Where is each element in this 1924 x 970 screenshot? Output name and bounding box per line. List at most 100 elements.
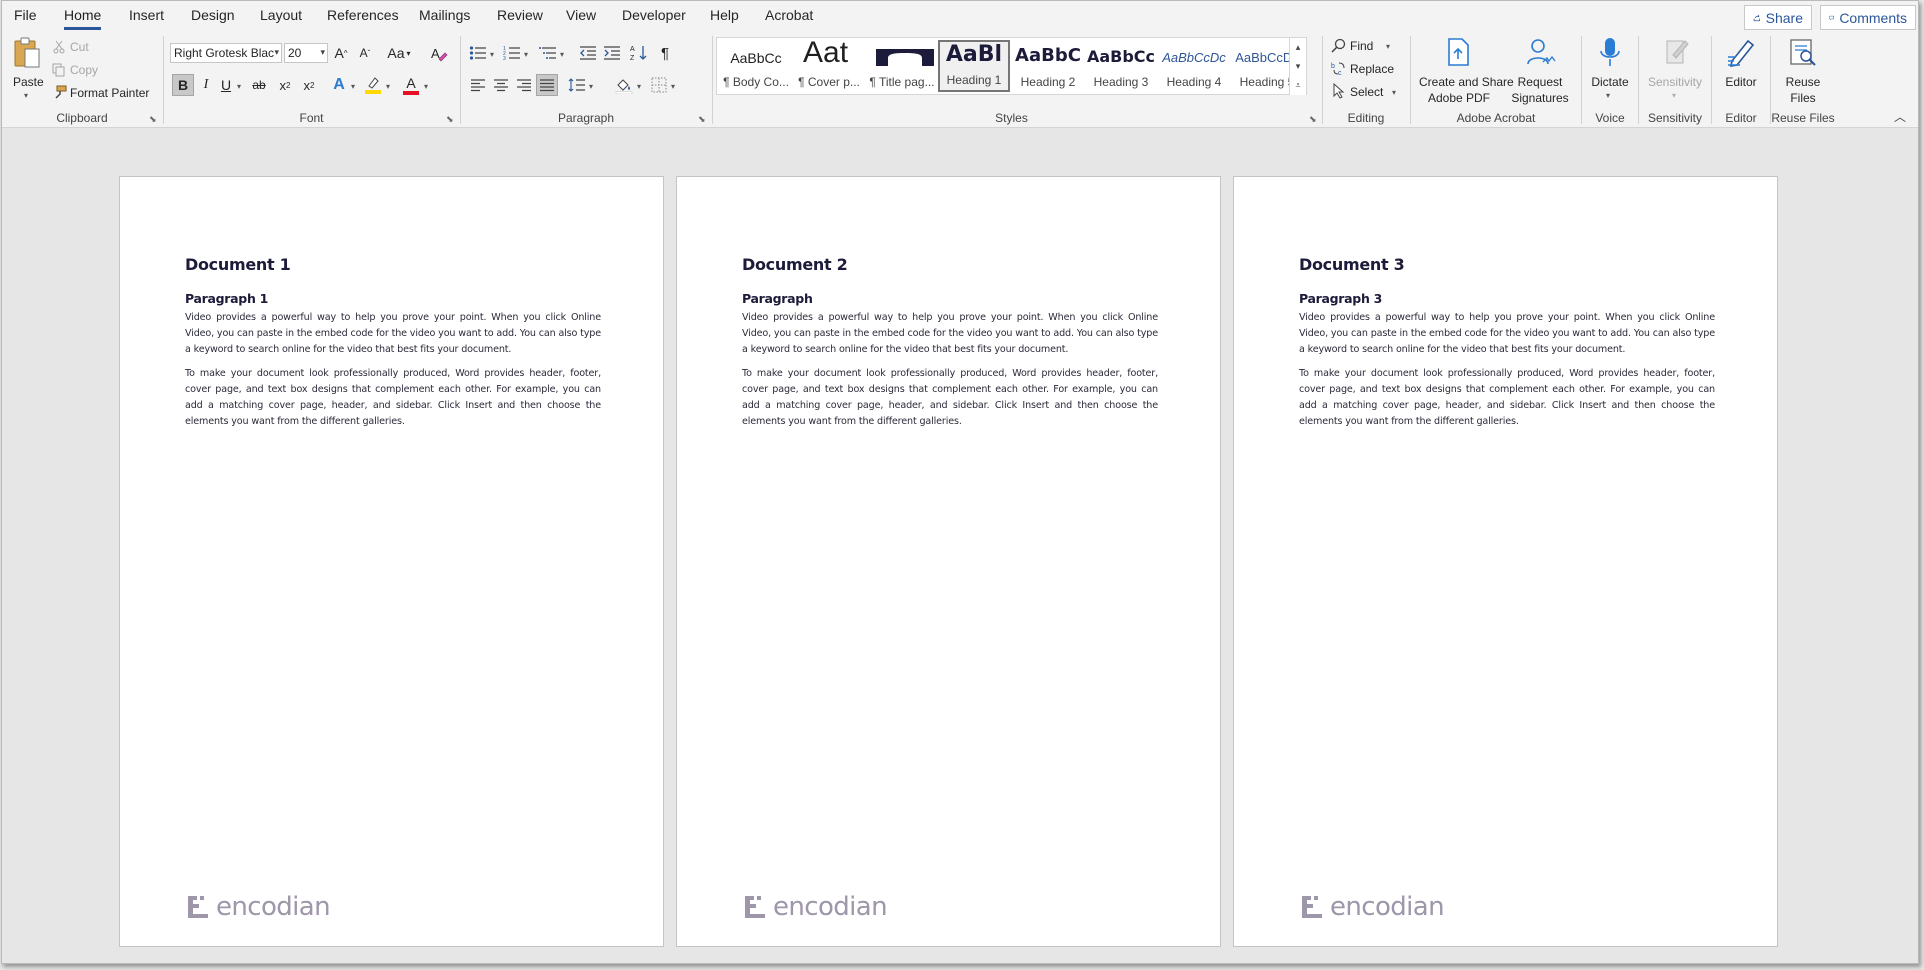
page-2[interactable]: Document 2 Paragraph Video provides a po…	[676, 176, 1221, 947]
page-1[interactable]: Document 1 Paragraph 1 Video provides a …	[119, 176, 664, 947]
font-launcher-icon[interactable]: ⬊	[446, 114, 456, 124]
line-spacing-button[interactable]	[566, 74, 588, 96]
chevron-down-icon[interactable]: ▾	[490, 50, 494, 59]
tab-home[interactable]: Home	[64, 7, 102, 30]
increase-indent-button[interactable]	[601, 42, 623, 64]
shading-button[interactable]	[613, 74, 635, 96]
justify-button[interactable]	[536, 74, 558, 96]
comments-button[interactable]: Comments	[1820, 5, 1916, 30]
clear-formatting-button[interactable]: A	[428, 42, 450, 64]
change-case-button[interactable]: Aa ▾	[384, 42, 414, 64]
tab-developer[interactable]: Developer	[622, 7, 686, 23]
styles-scroll-up-icon[interactable]: ▴	[1289, 38, 1306, 57]
tab-help[interactable]: Help	[710, 7, 739, 23]
chevron-down-icon[interactable]: ▾	[671, 82, 675, 91]
paragraph-launcher-icon[interactable]: ⬊	[698, 114, 708, 124]
style-heading-2[interactable]: AaBbC Heading 2	[1012, 40, 1084, 92]
document-canvas[interactable]: Document 1 Paragraph 1 Video provides a …	[2, 129, 1918, 963]
styles-launcher-icon[interactable]: ⬊	[1309, 114, 1319, 124]
chevron-down-icon[interactable]: ▾	[524, 50, 528, 59]
pdf-share-icon	[1448, 38, 1469, 66]
chevron-down-icon[interactable]: ▾	[237, 82, 241, 91]
underline-button[interactable]: U	[215, 74, 237, 96]
paste-button[interactable]: Paste ▾	[8, 35, 46, 105]
font-group-label: Font	[299, 111, 324, 125]
sort-button[interactable]: AZ	[628, 42, 650, 64]
reuse-files-button[interactable]: Reuse Files	[1775, 35, 1831, 107]
font-color-button[interactable]: A	[400, 74, 422, 96]
format-painter-label: Format Painter	[70, 86, 150, 100]
styles-scroll-down-icon[interactable]: ▾	[1289, 57, 1306, 76]
tab-design[interactable]: Design	[191, 7, 235, 23]
chevron-down-icon: ▾	[320, 47, 325, 57]
body-paragraph: To make your document look professionall…	[1299, 368, 1715, 427]
align-left-button[interactable]	[467, 74, 489, 96]
italic-button[interactable]: I	[195, 74, 217, 96]
request-signatures-button[interactable]: Request Signatures	[1507, 35, 1573, 107]
decrease-indent-button[interactable]	[577, 42, 599, 64]
editor-group-label: Editor	[1725, 111, 1757, 125]
tab-review[interactable]: Review	[497, 7, 543, 23]
align-right-button[interactable]	[513, 74, 535, 96]
tab-references[interactable]: References	[327, 7, 399, 23]
show-formatting-button[interactable]: ¶	[654, 42, 676, 64]
style-cover-page[interactable]: Aat ¶ Cover p...	[793, 40, 865, 92]
font-name-combo[interactable]: Right Grotesk Blac ▾	[170, 43, 282, 63]
paragraph-heading: Paragraph 1	[185, 291, 269, 306]
font-size-combo[interactable]: 20 ▾	[284, 43, 328, 63]
active-tab-indicator	[64, 27, 102, 30]
numbering-button[interactable]: 123	[501, 42, 523, 64]
replace-button[interactable]: bc Replace	[1331, 59, 1407, 79]
align-center-button[interactable]	[490, 74, 512, 96]
style-title-page[interactable]: ¶ Title pag...	[866, 40, 938, 92]
tab-view[interactable]: View	[566, 7, 596, 23]
cut-label: Cut	[70, 40, 89, 54]
tab-file[interactable]: File	[14, 7, 37, 23]
strikethrough-button[interactable]: ab	[248, 74, 270, 96]
highlight-button[interactable]	[362, 74, 384, 96]
create-share-pdf-button[interactable]: Create and Share Adobe PDF	[1419, 35, 1514, 107]
tab-layout[interactable]: Layout	[260, 7, 302, 23]
increase-indent-icon	[604, 46, 620, 60]
grow-font-button[interactable]: A ^	[330, 42, 352, 64]
chevron-down-icon[interactable]: ▾	[386, 82, 390, 91]
style-body-copy[interactable]: AaBbCc ¶ Body Co...	[720, 40, 792, 92]
bold-button[interactable]: B	[172, 74, 194, 96]
copy-button[interactable]: Copy	[50, 60, 150, 80]
shrink-font-button[interactable]: Aˇ	[354, 42, 376, 64]
style-heading-4[interactable]: AaBbCcDc Heading 4	[1158, 40, 1230, 92]
format-painter-button[interactable]: Format Painter	[50, 83, 160, 103]
subscript-button[interactable]: x2	[274, 74, 296, 96]
page-3[interactable]: Document 3 Paragraph 3 Video provides a …	[1233, 176, 1778, 947]
chevron-down-icon[interactable]: ▾	[560, 50, 564, 59]
group-divider	[712, 36, 713, 124]
voice-group-label: Voice	[1595, 111, 1625, 125]
find-button[interactable]: Find ▾	[1331, 36, 1407, 56]
text-effects-button[interactable]: A	[328, 74, 350, 96]
chevron-down-icon[interactable]: ▾	[351, 82, 355, 91]
tab-acrobat[interactable]: Acrobat	[765, 7, 813, 23]
collapse-ribbon-icon[interactable]: ︿	[1894, 108, 1906, 125]
chevron-down-icon[interactable]: ▾	[637, 82, 641, 91]
copy-icon	[52, 63, 65, 77]
sensitivity-button[interactable]: Sensitivity ▾	[1641, 35, 1709, 107]
tab-mailings[interactable]: Mailings	[419, 7, 470, 23]
replace-label: Replace	[1350, 62, 1395, 76]
bullets-button[interactable]	[467, 42, 489, 64]
clipboard-launcher-icon[interactable]: ⬊	[149, 114, 159, 124]
borders-button[interactable]	[648, 74, 670, 96]
dictate-button[interactable]: Dictate ▾	[1584, 35, 1636, 107]
chevron-down-icon[interactable]: ▾	[589, 82, 593, 91]
superscript-button[interactable]: x2	[298, 74, 320, 96]
chevron-down-icon[interactable]: ▾	[424, 82, 428, 91]
tab-insert[interactable]: Insert	[129, 7, 164, 23]
style-heading-3[interactable]: AaBbCc Heading 3	[1085, 40, 1157, 92]
share-button[interactable]: Share	[1744, 5, 1812, 30]
cut-button[interactable]: Cut	[50, 37, 150, 57]
styles-more-icon[interactable]: ⩡	[1289, 76, 1306, 95]
select-button[interactable]: Select ▾	[1331, 82, 1407, 102]
multilevel-list-button[interactable]	[537, 42, 559, 64]
style-heading-1[interactable]: AaBl Heading 1	[938, 40, 1010, 92]
comments-label: Comments	[1839, 9, 1907, 26]
editor-button[interactable]: Editor	[1714, 35, 1768, 107]
